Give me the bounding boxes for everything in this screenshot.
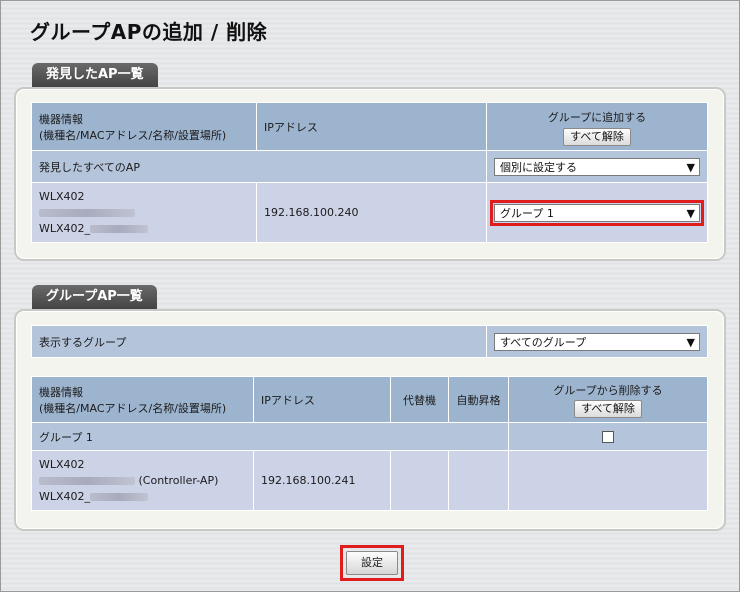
group-assign-select[interactable]: グループ 1 ▼: [490, 199, 704, 226]
all-ap-label: 発見したすべてのAP: [31, 150, 487, 183]
group-ap-ip: 192.168.100.241: [253, 450, 391, 511]
found-ap-info: WLX402 WLX402_: [31, 182, 257, 243]
group-ap-info: WLX402 (Controller-AP) WLX402_: [31, 450, 254, 511]
blurred-mac: [39, 208, 135, 217]
chevron-down-icon: ▼: [686, 206, 695, 220]
group-name-row: グループ 1: [31, 422, 509, 451]
submit-button[interactable]: 設定: [346, 551, 398, 575]
display-group-table: 表示するグループ すべてのグループ ▼: [31, 325, 708, 358]
ip-header: IPアドレス: [253, 376, 391, 423]
display-group-label: 表示するグループ: [31, 325, 487, 358]
page-title: グループAPの追加 / 削除: [30, 20, 268, 44]
group-ap-table: 機器情報 (機種名/MACアドレス/名称/設置場所) IPアドレス 代替機 自動…: [31, 376, 708, 511]
device-info-header: 機器情報 (機種名/MACアドレス/名称/設置場所): [31, 102, 257, 151]
ip-header: IPアドレス: [256, 102, 487, 151]
found-ap-tab: 発見したAP一覧: [32, 63, 158, 87]
device-info-header: 機器情報 (機種名/MACアドレス/名称/設置場所): [31, 376, 254, 423]
group-add-header: グループに追加する すべて解除: [486, 102, 708, 151]
chevron-down-icon: ▼: [686, 335, 695, 349]
display-group-select[interactable]: すべてのグループ ▼: [494, 332, 700, 351]
auto-promote-cell: [448, 450, 509, 511]
submit-highlight: 設定: [340, 545, 404, 581]
blurred-name: [90, 492, 149, 501]
clear-all-button[interactable]: すべて解除: [563, 128, 631, 146]
display-group-select-cell: すべてのグループ ▼: [486, 325, 708, 358]
auto-promote-header: 自動昇格: [448, 376, 509, 423]
all-ap-select-cell: 個別に設定する ▼: [486, 150, 708, 183]
bulk-setting-select[interactable]: 個別に設定する ▼: [494, 157, 700, 176]
blurred-mac: [39, 476, 135, 485]
group-remove-cell: [508, 422, 708, 451]
blurred-name: [90, 224, 149, 233]
found-ap-group-cell: グループ 1 ▼: [486, 182, 708, 243]
group-ap-tab: グループAP一覧: [32, 285, 157, 309]
found-ap-ip: 192.168.100.240: [256, 182, 487, 243]
chevron-down-icon: ▼: [686, 160, 695, 174]
remove-group-checkbox[interactable]: [602, 431, 614, 443]
found-ap-table: 機器情報 (機種名/MACアドレス/名称/設置場所) IPアドレス グループに追…: [31, 102, 708, 243]
clear-all-button[interactable]: すべて解除: [574, 399, 642, 418]
substitute-header: 代替機: [390, 376, 449, 423]
group-remove-header: グループから削除する すべて解除: [508, 376, 708, 423]
group-remove-ap-cell: [508, 450, 708, 511]
substitute-cell: [390, 450, 449, 511]
